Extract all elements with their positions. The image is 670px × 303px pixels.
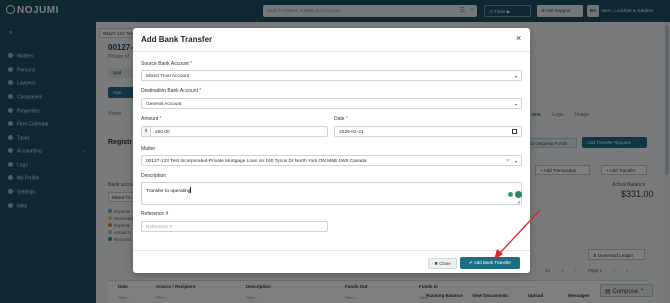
date-input[interactable]: 2026-02-21: [334, 126, 522, 137]
amount-label: Amount *: [141, 116, 162, 122]
clear-icon[interactable]: ×: [506, 158, 509, 164]
dialog-title: Add Bank Transfer: [141, 35, 213, 44]
source-bank-account-value: Mixed Trust Account: [146, 74, 190, 79]
chevron-down-icon: ▾: [514, 159, 517, 164]
close-button[interactable]: ✖ Close: [428, 258, 457, 269]
description-value: Transfer to operating: [146, 187, 191, 194]
text-cursor: [190, 187, 191, 193]
amount-value: 250.00: [155, 130, 170, 135]
calendar-icon[interactable]: [512, 129, 517, 134]
required-mark: *: [345, 116, 348, 122]
destination-label-text: Destination Bank Account: [141, 88, 198, 94]
matter-select[interactable]: 00127-123 Test Incorporated-Private Mort…: [141, 155, 522, 166]
chevron-down-icon: ▾: [514, 102, 517, 107]
matter-value: 00127-123 Test Incorporated-Private Mort…: [146, 159, 367, 164]
description-text: Transfer to operating: [146, 189, 191, 194]
destination-bank-account-select[interactable]: General Account ▾: [141, 98, 522, 109]
destination-bank-account-value: General Account: [146, 102, 182, 107]
reference-input[interactable]: Reference #: [141, 221, 328, 232]
footer-divider: [133, 250, 530, 251]
destination-bank-account-label: Destination Bank Account *: [141, 88, 201, 94]
matter-label: Matter: [141, 146, 156, 152]
add-bank-transfer-dialog: Add Bank Transfer × Source Bank Account …: [133, 28, 530, 273]
add-bank-transfer-button[interactable]: ✔ Add Bank Transfer: [460, 257, 520, 269]
grammar-check-icon[interactable]: [508, 192, 513, 197]
reference-label: Reference #: [141, 211, 169, 217]
amount-input[interactable]: $ 250.00: [141, 126, 328, 137]
date-label-text: Date: [334, 116, 345, 122]
source-bank-account-select[interactable]: Mixed Trust Account ▾: [141, 70, 522, 81]
description-textarea[interactable]: Transfer to operating ◢: [141, 182, 522, 205]
reference-placeholder: Reference #: [146, 225, 173, 230]
date-label: Date *: [334, 116, 348, 122]
required-mark: *: [199, 88, 202, 94]
required-mark: *: [159, 116, 162, 122]
assistant-icon[interactable]: [515, 191, 522, 198]
resize-handle-icon[interactable]: ◢: [517, 199, 520, 204]
chevron-down-icon: ▾: [514, 74, 517, 79]
description-label: Description: [141, 173, 167, 179]
date-value: 2026-02-21: [339, 130, 364, 135]
close-icon[interactable]: ×: [516, 34, 521, 43]
required-mark: *: [190, 61, 193, 67]
header-divider: [133, 51, 530, 52]
amount-label-text: Amount: [141, 116, 159, 122]
source-label-text: Source Bank Account: [141, 61, 189, 67]
currency-prefix: $: [142, 127, 151, 136]
source-bank-account-label: Source Bank Account *: [141, 61, 192, 67]
